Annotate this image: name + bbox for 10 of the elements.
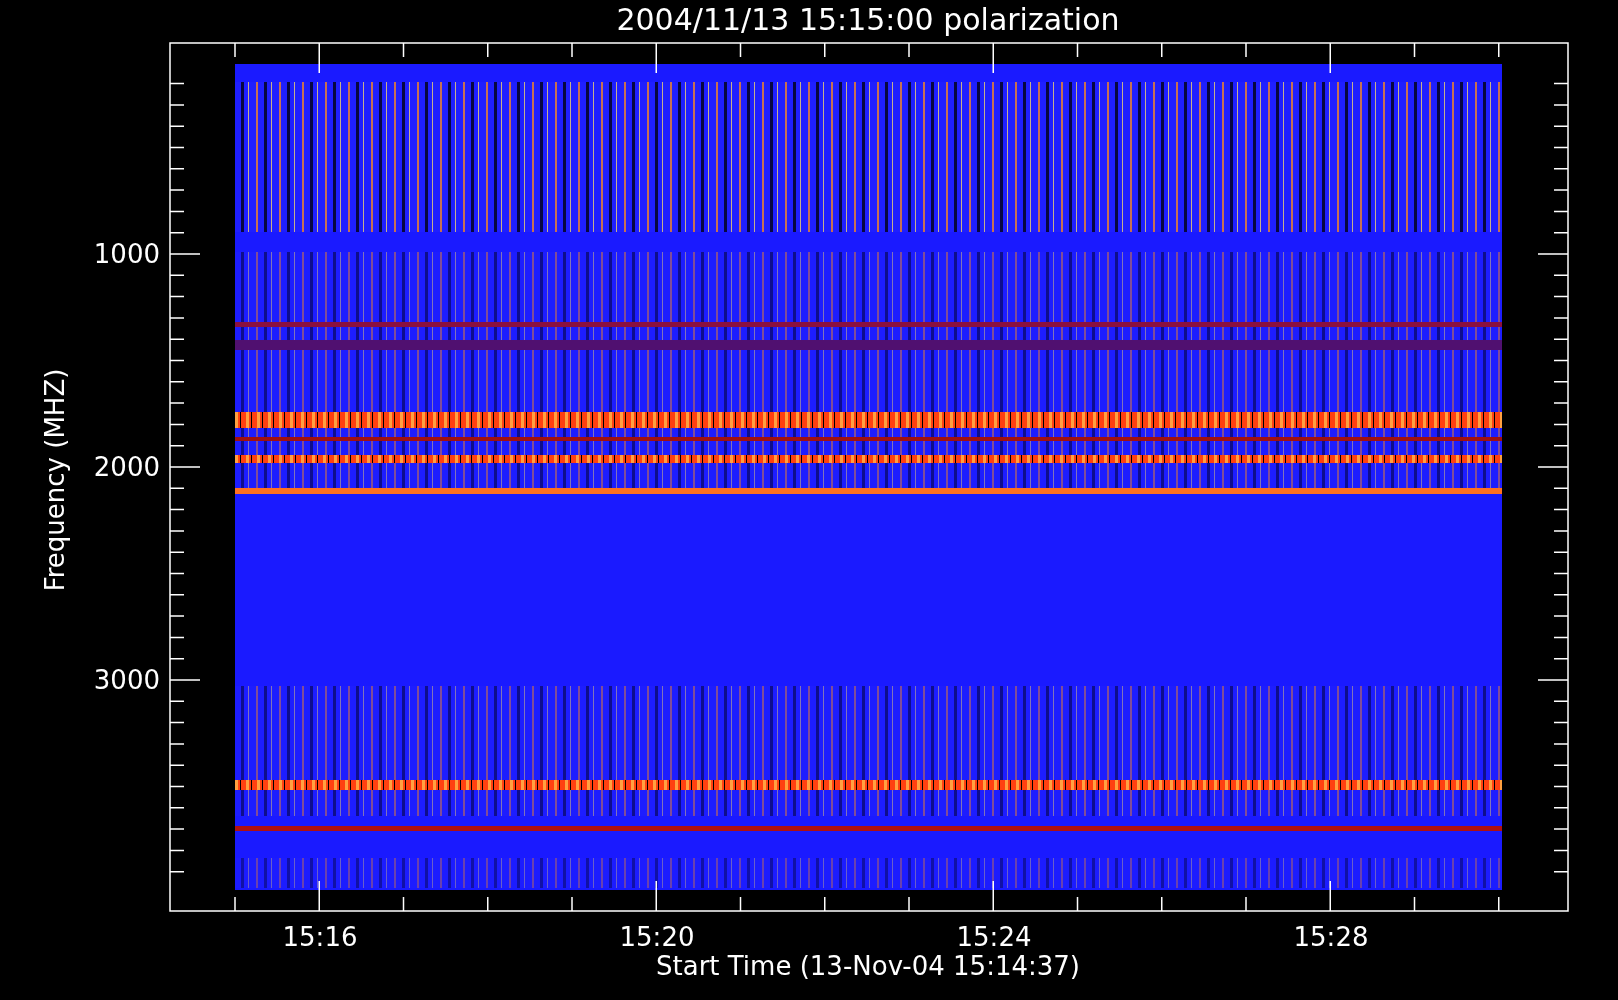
x-tick-label: 15:28 xyxy=(1293,922,1369,952)
x-tick-label: 15:20 xyxy=(619,922,695,952)
x-tick-label: 15:24 xyxy=(956,922,1032,952)
y-axis-label: Frequency (MHZ) xyxy=(40,368,70,592)
y-tick-label: 1000 xyxy=(93,239,160,269)
y-tick-label: 3000 xyxy=(93,665,160,695)
y-tick-label: 2000 xyxy=(93,452,160,482)
x-axis-label: Start Time (13-Nov-04 15:14:37) xyxy=(656,951,1080,981)
chart-title: 2004/11/13 15:15:00 polarization xyxy=(616,2,1120,37)
x-tick-label: 15:16 xyxy=(282,922,358,952)
